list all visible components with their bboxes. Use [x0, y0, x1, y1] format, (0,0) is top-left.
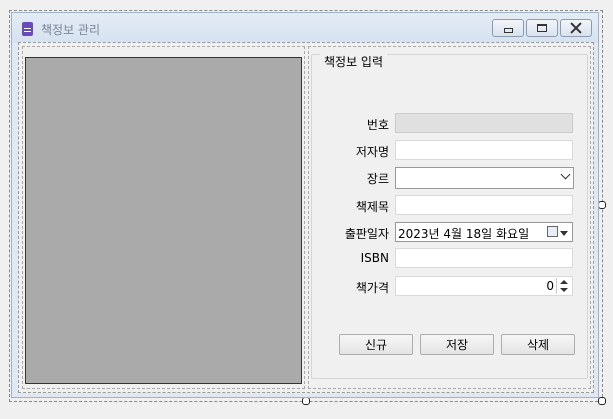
- minimize-button[interactable]: [492, 19, 524, 37]
- price-spinner[interactable]: [556, 278, 571, 294]
- genre-dropdown[interactable]: [395, 167, 574, 189]
- client-area: 책정보 입력 번호 저자명 장르 책제목 출판일자 2023년 4월 18일 화…: [18, 42, 594, 393]
- new-button[interactable]: 신규: [339, 334, 413, 355]
- calendar-icon[interactable]: [547, 226, 558, 237]
- publish-date-row: 출판일자 2023년 4월 18일 화요일: [312, 222, 589, 244]
- book-title-field[interactable]: [395, 195, 573, 215]
- number-field[interactable]: [395, 113, 573, 133]
- close-icon: [570, 22, 582, 34]
- maximize-icon: [537, 24, 547, 32]
- number-label: 번호: [366, 118, 389, 132]
- publish-date-value: 2023년 4월 18일 화요일: [398, 227, 530, 241]
- left-panel: [22, 46, 305, 389]
- isbn-field[interactable]: [395, 248, 573, 268]
- isbn-label: ISBN: [360, 251, 389, 265]
- isbn-row: ISBN: [312, 248, 589, 270]
- book-icon: [22, 22, 33, 36]
- genre-label: 장르: [366, 172, 389, 186]
- genre-row: 장르: [312, 167, 589, 189]
- spin-up-icon[interactable]: [560, 280, 568, 284]
- publish-date-label: 출판일자: [344, 227, 389, 241]
- author-field[interactable]: [395, 140, 573, 160]
- resize-handle-bottom[interactable]: [302, 397, 310, 405]
- price-row: 책가격 0: [312, 276, 589, 298]
- main-window: 책정보 관리 책정보 입력 번호 저자명 장르 책제목 출판일자 2023년 4…: [11, 12, 599, 398]
- delete-button[interactable]: 삭제: [501, 334, 575, 355]
- book-info-group: 책정보 입력 번호 저자명 장르 책제목 출판일자 2023년 4월 18일 화…: [311, 53, 589, 379]
- resize-handle-corner[interactable]: [598, 397, 606, 405]
- publish-date-picker[interactable]: 2023년 4월 18일 화요일: [395, 222, 573, 242]
- minimize-icon: [503, 27, 513, 33]
- price-stepper[interactable]: 0: [395, 276, 573, 296]
- right-panel: 책정보 입력 번호 저자명 장르 책제목 출판일자 2023년 4월 18일 화…: [308, 46, 591, 389]
- price-value: 0: [546, 279, 554, 293]
- maximize-button[interactable]: [526, 19, 558, 37]
- save-button[interactable]: 저장: [420, 334, 494, 355]
- number-row: 번호: [312, 113, 589, 135]
- spin-down-icon[interactable]: [560, 288, 568, 292]
- book-cover-picture[interactable]: [25, 57, 302, 384]
- author-row: 저자명: [312, 140, 589, 162]
- book-title-label: 책제목: [355, 200, 389, 214]
- resize-handle-right[interactable]: [598, 201, 606, 209]
- book-title-row: 책제목: [312, 195, 589, 217]
- title-bar[interactable]: 책정보 관리: [12, 13, 598, 43]
- author-label: 저자명: [355, 145, 389, 159]
- dropdown-arrow-icon[interactable]: [560, 231, 568, 236]
- price-label: 책가격: [355, 281, 389, 295]
- chevron-down-icon: [560, 169, 571, 180]
- window-title: 책정보 관리: [41, 23, 101, 37]
- close-button[interactable]: [560, 19, 592, 37]
- group-title: 책정보 입력: [320, 53, 388, 70]
